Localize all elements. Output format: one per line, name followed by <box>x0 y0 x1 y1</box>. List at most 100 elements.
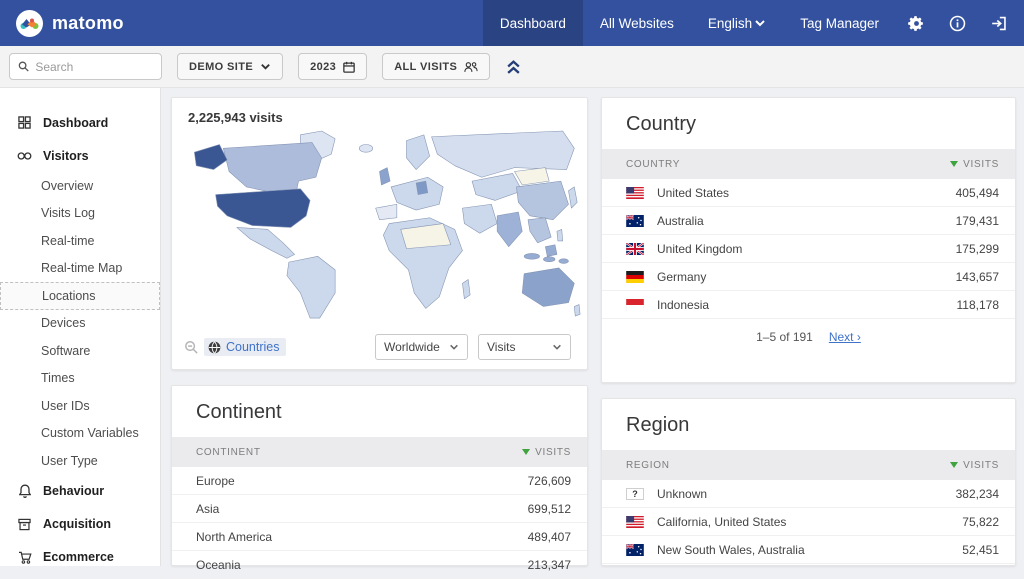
globe-icon <box>208 341 221 354</box>
sidebar-item-user-ids[interactable]: User IDs <box>0 392 160 420</box>
table-row[interactable]: Oceania 213,347 <box>172 551 587 579</box>
sidebar-item-locations[interactable]: Locations <box>0 282 160 310</box>
sidebar-item-software[interactable]: Software <box>0 337 160 365</box>
column-visits[interactable]: VISITS <box>522 447 571 458</box>
column-visits[interactable]: VISITS <box>950 460 999 471</box>
continent-name: Oceania <box>196 558 241 572</box>
calendar-icon <box>343 61 355 73</box>
left-sidebar: Dashboard Visitors Overview Visits Log R… <box>0 88 161 566</box>
map-region-value: Worldwide <box>384 340 440 354</box>
column-visits[interactable]: VISITS <box>950 159 999 170</box>
country-name: United Kingdom <box>657 242 742 256</box>
visits-value: 699,512 <box>528 502 571 516</box>
matomo-logo[interactable]: matomo <box>0 0 140 46</box>
visits-value: 382,234 <box>956 487 999 501</box>
column-continent[interactable]: CONTINENT <box>196 447 261 458</box>
table-row[interactable]: California, United States 75,822 <box>602 508 1015 536</box>
table-row[interactable]: ? Unknown 382,234 <box>602 480 1015 508</box>
sidebar-item-times[interactable]: Times <box>0 365 160 393</box>
segment-selector-button[interactable]: ALL VISITS <box>382 53 490 80</box>
table-row[interactable]: New South Wales, Australia 52,451 <box>602 536 1015 564</box>
search-box[interactable] <box>9 53 162 80</box>
pagination-next-link[interactable]: Next › <box>829 330 861 344</box>
continent-name: Europe <box>196 474 235 488</box>
country-widget: Country COUNTRY VISITS United States 405… <box>601 97 1016 383</box>
chevron-down-icon <box>552 342 562 352</box>
visits-value: 175,299 <box>956 242 999 256</box>
map-metric-select[interactable]: Visits <box>478 334 571 360</box>
sidebar-item-real-time[interactable]: Real-time <box>0 227 160 255</box>
nav-dashboard[interactable]: Dashboard <box>483 0 583 46</box>
settings-gear-icon[interactable] <box>896 0 937 46</box>
sidebar-item-custom-variables[interactable]: Custom Variables <box>0 420 160 448</box>
visits-value: 405,494 <box>956 186 999 200</box>
nav-tag-manager[interactable]: Tag Manager <box>783 0 896 46</box>
table-header: COUNTRY VISITS <box>602 149 1015 179</box>
period-selector-button[interactable]: 2023 <box>298 53 367 80</box>
period-label: 2023 <box>310 61 336 73</box>
sidebar-item-acquisition[interactable]: Acquisition <box>0 508 160 541</box>
top-navbar: matomo Dashboard All Websites English Ta… <box>0 0 1024 46</box>
table-row[interactable]: Asia 699,512 <box>172 495 587 523</box>
sidebar-label: Ecommerce <box>43 550 114 564</box>
search-input[interactable] <box>35 60 153 74</box>
zoom-out-icon[interactable] <box>184 340 199 355</box>
nav-language-selector[interactable]: English <box>691 0 783 46</box>
sidebar-item-dashboard[interactable]: Dashboard <box>0 106 160 139</box>
sidebar-item-visits-log[interactable]: Visits Log <box>0 200 160 228</box>
sidebar-item-behaviour[interactable]: Behaviour <box>0 475 160 508</box>
nav-all-websites[interactable]: All Websites <box>583 0 691 46</box>
table-row[interactable]: Germany 143,657 <box>602 263 1015 291</box>
table-row[interactable]: Australia 179,431 <box>602 207 1015 235</box>
sidebar-item-devices[interactable]: Devices <box>0 310 160 338</box>
column-country[interactable]: COUNTRY <box>626 159 680 170</box>
flag-united-states-icon <box>626 516 644 528</box>
widget-title: Continent <box>172 386 587 437</box>
table-header: CONTINENT VISITS <box>172 437 587 467</box>
collapse-toolbar-icon[interactable] <box>506 59 521 75</box>
table-row[interactable]: United States 405,494 <box>602 179 1015 207</box>
country-name: Australia <box>657 214 704 228</box>
table-row[interactable]: North America 489,407 <box>172 523 587 551</box>
flag-unknown-icon: ? <box>626 488 644 500</box>
map-footer: Countries Worldwide Visits <box>172 334 587 360</box>
dashboard-grid-icon <box>17 115 32 130</box>
matomo-logo-icon <box>16 10 43 37</box>
world-map[interactable] <box>177 127 582 323</box>
sidebar-item-real-time-map[interactable]: Real-time Map <box>0 255 160 283</box>
sort-desc-icon <box>522 449 530 455</box>
column-region[interactable]: REGION <box>626 460 670 471</box>
flag-australia-icon <box>626 544 644 556</box>
widget-title: Region <box>602 399 1015 450</box>
visitors-icon <box>17 148 32 163</box>
site-selector-button[interactable]: DEMO SITE <box>177 53 283 80</box>
pagination: 1–5 of 191 Next › <box>602 319 1015 344</box>
visits-value: 52,451 <box>962 543 999 557</box>
help-info-icon[interactable] <box>937 0 978 46</box>
sidebar-item-visitors[interactable]: Visitors <box>0 139 160 172</box>
visits-value: 489,407 <box>528 530 571 544</box>
table-row[interactable]: United Kingdom 175,299 <box>602 235 1015 263</box>
site-selector-label: DEMO SITE <box>189 61 253 73</box>
flag-indonesia-icon <box>626 299 644 311</box>
sidebar-label: Dashboard <box>43 116 108 130</box>
visits-value: 726,609 <box>528 474 571 488</box>
continent-widget: Continent CONTINENT VISITS Europe 726,60… <box>171 385 588 566</box>
sign-out-icon[interactable] <box>978 0 1024 46</box>
flag-germany-icon <box>626 271 644 283</box>
sidebar-item-user-type[interactable]: User Type <box>0 447 160 475</box>
sidebar-item-overview[interactable]: Overview <box>0 172 160 200</box>
shopping-cart-icon <box>17 550 32 565</box>
visits-value: 118,178 <box>957 298 1000 312</box>
sidebar-item-ecommerce[interactable]: Ecommerce <box>0 541 160 574</box>
total-visits-label: 2,225,943 visits <box>172 98 587 127</box>
map-scope-link[interactable]: Countries <box>204 338 286 356</box>
table-row[interactable]: Indonesia 118,178 <box>602 291 1015 319</box>
table-row[interactable]: Europe 726,609 <box>172 467 587 495</box>
sort-desc-icon <box>950 161 958 167</box>
bell-icon <box>17 484 32 499</box>
search-icon <box>18 60 29 73</box>
segment-label: ALL VISITS <box>394 61 457 73</box>
map-region-select[interactable]: Worldwide <box>375 334 468 360</box>
map-metric-value: Visits <box>487 340 515 354</box>
